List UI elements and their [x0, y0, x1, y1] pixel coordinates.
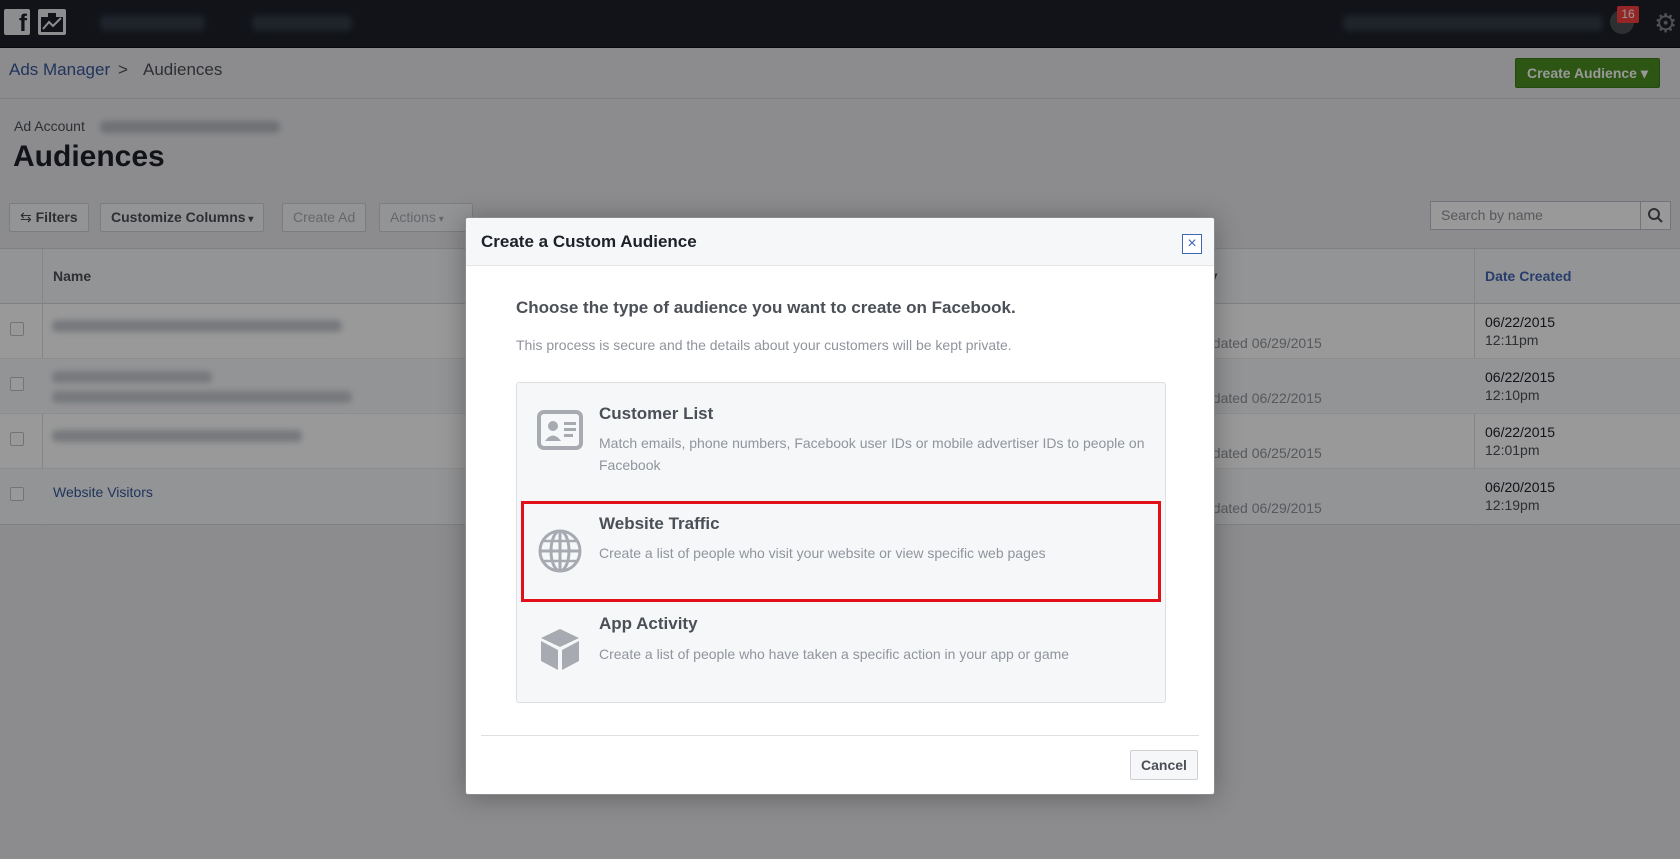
dialog-subtitle: This process is secure and the details a…	[516, 337, 1012, 353]
cancel-button[interactable]: Cancel	[1130, 750, 1198, 780]
option-title: App Activity	[599, 614, 698, 633]
dialog-title: Create a Custom Audience	[481, 232, 697, 251]
cube-icon	[537, 626, 583, 672]
option-title: Customer List	[599, 404, 714, 423]
create-custom-audience-dialog: Create a Custom Audience × Choose the ty…	[465, 217, 1215, 795]
option-customer-list[interactable]: Customer List Match emails, phone number…	[517, 383, 1165, 501]
selection-highlight	[521, 501, 1161, 602]
dialog-heading: Choose the type of audience you want to …	[516, 298, 1016, 317]
dialog-footer-divider	[481, 735, 1199, 736]
contact-card-icon	[537, 407, 583, 453]
close-icon[interactable]: ×	[1182, 234, 1202, 254]
option-description: Create a list of people who have taken a…	[599, 646, 1070, 662]
dialog-header: Create a Custom Audience ×	[466, 218, 1214, 266]
audience-type-options: Customer List Match emails, phone number…	[516, 382, 1166, 703]
option-description: Match emails, phone numbers, Facebook us…	[599, 435, 1145, 473]
option-app-activity[interactable]: App Activity Create a list of people who…	[517, 602, 1165, 702]
